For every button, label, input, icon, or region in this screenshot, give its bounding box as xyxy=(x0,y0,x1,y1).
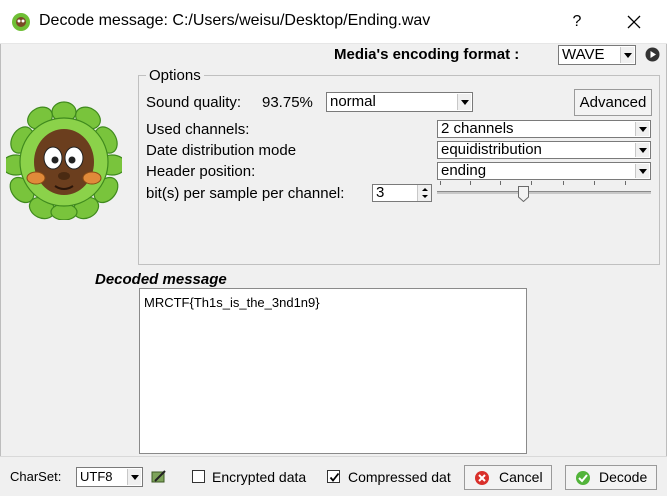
decode-icon xyxy=(576,471,590,485)
slider-tick xyxy=(470,181,471,185)
charset-edit-icon[interactable] xyxy=(151,469,167,485)
advanced-button[interactable]: Advanced xyxy=(574,89,652,116)
options-group-title: Options xyxy=(146,67,204,84)
bits-slider-track[interactable] xyxy=(437,191,651,194)
chevron-down-icon xyxy=(635,122,649,136)
bits-slider-thumb[interactable] xyxy=(518,186,529,202)
decode-button[interactable]: Decode xyxy=(565,465,657,490)
encrypted-data-label: Encrypted data xyxy=(212,469,307,485)
slider-tick xyxy=(594,181,595,185)
charset-select-value: UTF8 xyxy=(80,469,113,484)
header-position-select[interactable]: ending xyxy=(437,162,651,180)
charset-label: CharSet: xyxy=(10,469,62,484)
header-position-select-value: ending xyxy=(441,162,487,179)
checkmark-icon xyxy=(329,472,340,482)
encrypted-data-checkbox[interactable] xyxy=(192,470,205,483)
distribution-label: Date distribution mode xyxy=(146,142,297,159)
sound-quality-value: 93.75% xyxy=(262,94,313,111)
help-button[interactable]: ? xyxy=(562,8,592,36)
close-button[interactable] xyxy=(617,8,651,36)
cancel-icon xyxy=(475,471,489,485)
chevron-down-icon xyxy=(457,94,471,110)
bits-per-sample-label: bit(s) per sample per channel: xyxy=(146,185,345,202)
chevron-down-icon xyxy=(127,469,141,485)
chevron-down-icon xyxy=(635,143,649,157)
close-icon xyxy=(627,15,641,29)
sound-quality-label: Sound quality: xyxy=(146,94,242,111)
header-position-label: Header position: xyxy=(146,163,256,180)
encoding-format-label: Media's encoding format : xyxy=(334,46,520,63)
decoded-message-textarea[interactable]: MRCTF{Th1s_is_the_3nd1n9} xyxy=(139,288,527,454)
compressed-data-label: Compressed dat xyxy=(348,469,451,485)
decode-label: Decode xyxy=(599,469,648,485)
slider-tick xyxy=(440,181,441,185)
compressed-data-checkbox[interactable] xyxy=(327,470,340,483)
window-title: Decode message: C:/Users/weisu/Desktop/E… xyxy=(39,12,431,29)
app-icon xyxy=(12,13,30,31)
charset-select[interactable]: UTF8 xyxy=(76,467,143,487)
channels-select[interactable]: 2 channels xyxy=(437,120,651,138)
channels-select-value: 2 channels xyxy=(441,120,514,137)
encoding-format-select[interactable]: WAVE xyxy=(558,45,636,65)
distribution-select-value: equidistribution xyxy=(441,141,542,158)
chevron-down-icon xyxy=(635,164,649,178)
slider-tick xyxy=(500,181,501,185)
slider-tick xyxy=(563,181,564,185)
decoded-message-label: Decoded message xyxy=(95,271,227,288)
play-icon[interactable] xyxy=(645,47,660,62)
bits-per-sample-spinbox[interactable]: 3 xyxy=(372,184,432,202)
distribution-select[interactable]: equidistribution xyxy=(437,141,651,159)
spin-arrows-icon[interactable] xyxy=(417,185,431,201)
bits-per-sample-value: 3 xyxy=(376,184,385,201)
cancel-label: Cancel xyxy=(499,469,543,485)
cancel-button[interactable]: Cancel xyxy=(464,465,552,490)
title-bar: Decode message: C:/Users/weisu/Desktop/E… xyxy=(0,0,667,44)
slider-tick xyxy=(625,181,626,185)
quality-select[interactable]: normal xyxy=(326,92,473,112)
slider-tick xyxy=(531,181,532,185)
encoding-format-value: WAVE xyxy=(562,46,605,63)
chevron-down-icon xyxy=(620,47,634,63)
quality-select-value: normal xyxy=(330,93,376,110)
mascot-image xyxy=(6,101,122,220)
channels-label: Used channels: xyxy=(146,121,250,138)
